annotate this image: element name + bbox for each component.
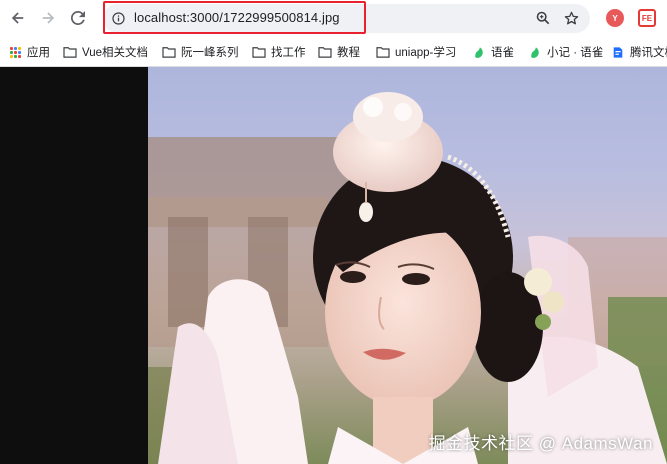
bookmark-label: 应用 <box>27 47 50 59</box>
bookmark-folder-uniapp[interactable]: uniapp-学习 <box>376 43 456 61</box>
zoom-icon[interactable] <box>535 10 551 26</box>
bookmark-yuque-notes[interactable]: 小记 · 语雀 <box>528 43 603 61</box>
yuque-extension-icon[interactable]: Y <box>606 9 624 27</box>
bookmark-yuque[interactable]: 语雀 <box>472 43 514 61</box>
folder-icon <box>162 45 176 59</box>
bookmark-apps[interactable]: 应用 <box>8 43 50 61</box>
reload-icon[interactable] <box>68 8 88 28</box>
bookmarks-bar: 应用 Vue相关文档 阮一峰系列 找工作 教程 uniapp-学习 语雀 小记 … <box>0 36 667 67</box>
page-viewport: 掘金技术社区 @ AdamsWan <box>0 67 667 464</box>
bookmark-label: 小记 · 语雀 <box>547 47 604 59</box>
bookmark-folder-jobs[interactable]: 找工作 <box>252 43 306 61</box>
star-icon[interactable] <box>563 10 579 26</box>
bookmark-folder-tutorials[interactable]: 教程 <box>318 43 360 61</box>
folder-icon <box>252 45 266 59</box>
yuque-icon <box>528 45 542 59</box>
apps-grid-icon <box>8 45 22 59</box>
bookmark-folder-vue[interactable]: Vue相关文档 <box>63 43 148 61</box>
info-icon[interactable] <box>111 11 125 25</box>
yuque-icon <box>472 45 486 59</box>
forward-arrow-icon[interactable] <box>38 8 58 28</box>
browser-toolbar: localhost:3000/1722999500814.jpg Y FE <box>0 0 667 36</box>
fe-helper-extension-icon[interactable]: FE <box>638 9 656 27</box>
back-arrow-icon[interactable] <box>8 8 28 28</box>
tencent-docs-icon <box>611 45 625 59</box>
bookmark-label: Vue相关文档 <box>82 47 149 59</box>
photo-illustration <box>148 92 667 464</box>
bookmark-label: 阮一峰系列 <box>181 47 239 59</box>
bookmark-label: 腾讯文档 <box>630 47 667 59</box>
bookmark-label: 语雀 <box>491 47 514 59</box>
displayed-image: 掘金技术社区 @ AdamsWan <box>148 67 667 464</box>
bookmark-label: 找工作 <box>271 47 306 59</box>
folder-icon <box>376 45 390 59</box>
bookmark-label: 教程 <box>337 47 360 59</box>
bookmark-tencent-docs[interactable]: 腾讯文档 <box>611 43 667 61</box>
url-text[interactable]: localhost:3000/1722999500814.jpg <box>134 10 340 25</box>
bookmark-folder-ruanyifeng[interactable]: 阮一峰系列 <box>162 43 239 61</box>
bookmark-label: uniapp-学习 <box>395 47 457 59</box>
folder-icon <box>63 45 77 59</box>
watermark-text: 掘金技术社区 @ AdamsWan <box>428 434 653 453</box>
folder-icon <box>318 45 332 59</box>
